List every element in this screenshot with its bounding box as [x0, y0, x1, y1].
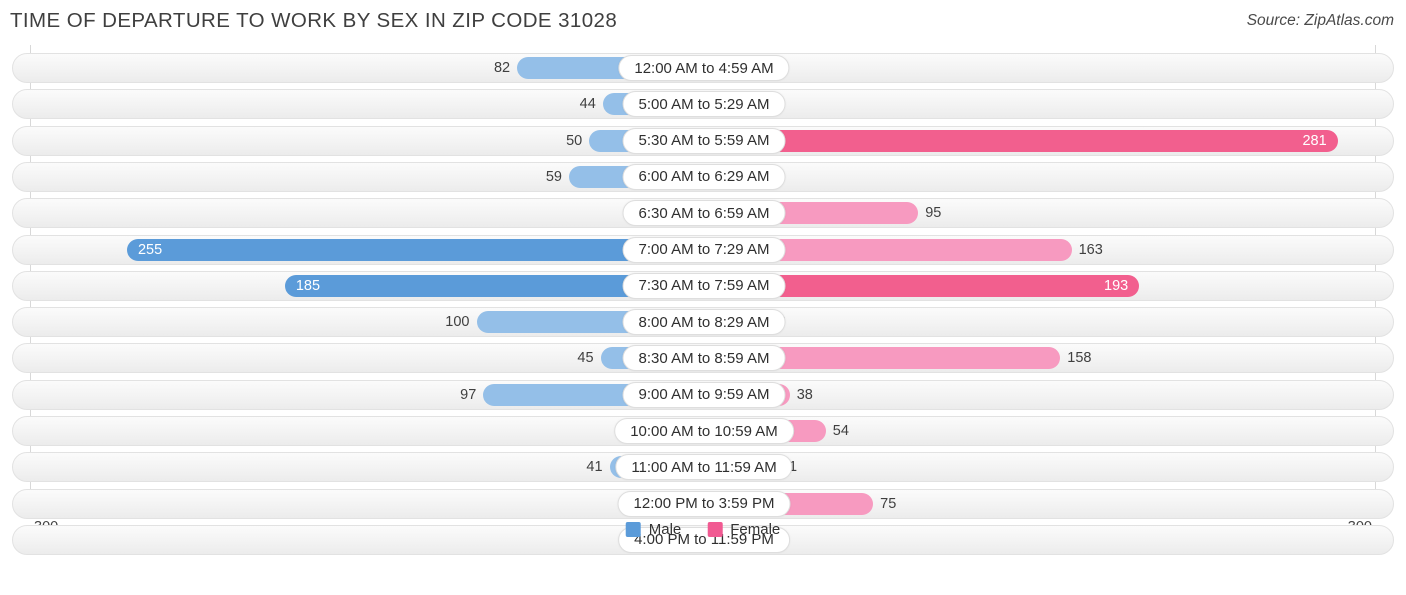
bar-value-male: 82	[493, 60, 511, 76]
table-row[interactable]: 82012:00 AM to 4:59 AM	[12, 53, 1394, 83]
table-row[interactable]: 59196:00 AM to 6:29 AM	[12, 161, 1394, 192]
bar-value-male: 59	[545, 168, 562, 185]
category-label: 10:00 AM to 10:59 AM	[614, 418, 794, 444]
category-label: 6:00 AM to 6:29 AM	[622, 163, 786, 190]
table-row[interactable]: 44185:00 AM to 5:29 AM	[12, 89, 1394, 120]
table-row[interactable]: 24956:30 AM to 6:59 AM	[12, 198, 1394, 229]
table-row[interactable]: 255 163 7:00 AM to 7:29 AM	[12, 234, 1394, 265]
chart-legend: Male Female	[625, 521, 780, 538]
legend-label: Female	[730, 521, 781, 538]
table-row[interactable]: 45 158 8:30 AM to 8:59 AM	[12, 343, 1394, 374]
legend-label: Male	[648, 521, 682, 538]
bar-value-male: 44	[579, 96, 596, 113]
source-attribution: Source: ZipAtlas.com	[1246, 12, 1394, 29]
category-label: 12:00 PM to 3:59 PM	[617, 490, 791, 517]
bar-value-female: 54	[832, 423, 849, 439]
bar-value-female: 75	[880, 495, 897, 512]
category-label: 12:00 AM to 4:59 AM	[618, 55, 790, 81]
bar-value-male: 100	[445, 314, 470, 331]
page-title: TIME OF DEPARTURE TO WORK BY SEX IN ZIP …	[10, 9, 618, 32]
legend-swatch-icon	[625, 522, 641, 537]
bar-value-female: 95	[925, 205, 942, 222]
table-row[interactable]: 100268:00 AM to 8:29 AM	[12, 307, 1394, 338]
bar-value-male: 255	[137, 241, 163, 258]
bar-value-female: 281	[1302, 132, 1327, 149]
table-row[interactable]: 97 38 9:00 AM to 9:59 AM	[12, 379, 1394, 410]
legend-item-male[interactable]: Male	[625, 521, 682, 538]
category-label: 7:30 AM to 7:59 AM	[622, 272, 786, 299]
category-label: 7:00 AM to 7:29 AM	[622, 236, 786, 263]
category-label: 5:00 AM to 5:29 AM	[622, 91, 786, 118]
category-label: 5:30 AM to 5:59 AM	[622, 127, 786, 154]
bar-value-male: 50	[566, 132, 583, 149]
table-row[interactable]: 207512:00 PM to 3:59 PM	[12, 488, 1394, 519]
legend-item-female[interactable]: Female	[707, 521, 780, 538]
table-row[interactable]: 185 193 7:30 AM to 7:59 AM	[12, 270, 1394, 301]
plot-area: 82012:00 AM to 4:59 AM 44185:00 AM to 5:2…	[0, 45, 1406, 555]
category-label: 8:00 AM to 8:29 AM	[622, 309, 786, 336]
category-label: 8:30 AM to 8:59 AM	[622, 345, 786, 372]
legend-swatch-icon	[707, 522, 723, 537]
bar-female[interactable]: 281	[704, 129, 1338, 152]
table-row[interactable]: 50 281 5:30 AM to 5:59 AM	[12, 125, 1394, 156]
table-row[interactable]: 185410:00 AM to 10:59 AM	[12, 416, 1394, 446]
chart-root: TIME OF DEPARTURE TO WORK BY SEX IN ZIP …	[0, 0, 1406, 595]
bar-value-male: 41	[586, 459, 603, 476]
bar-value-female: 158	[1067, 350, 1092, 367]
category-label: 11:00 AM to 11:59 AM	[615, 454, 793, 481]
bar-male[interactable]: 255	[126, 238, 702, 261]
bar-value-female: 38	[796, 386, 813, 403]
table-row[interactable]: 413111:00 AM to 11:59 AM	[12, 452, 1394, 483]
category-label: 6:30 AM to 6:59 AM	[622, 200, 786, 227]
bar-value-male: 97	[460, 386, 477, 403]
category-label: 9:00 AM to 9:59 AM	[622, 381, 786, 408]
bar-value-female: 193	[1104, 277, 1129, 294]
bar-value-female: 163	[1078, 241, 1103, 258]
chart-header: TIME OF DEPARTURE TO WORK BY SEX IN ZIP …	[0, 0, 1406, 42]
bar-value-male: 45	[577, 350, 594, 367]
bar-value-male: 185	[295, 277, 321, 294]
